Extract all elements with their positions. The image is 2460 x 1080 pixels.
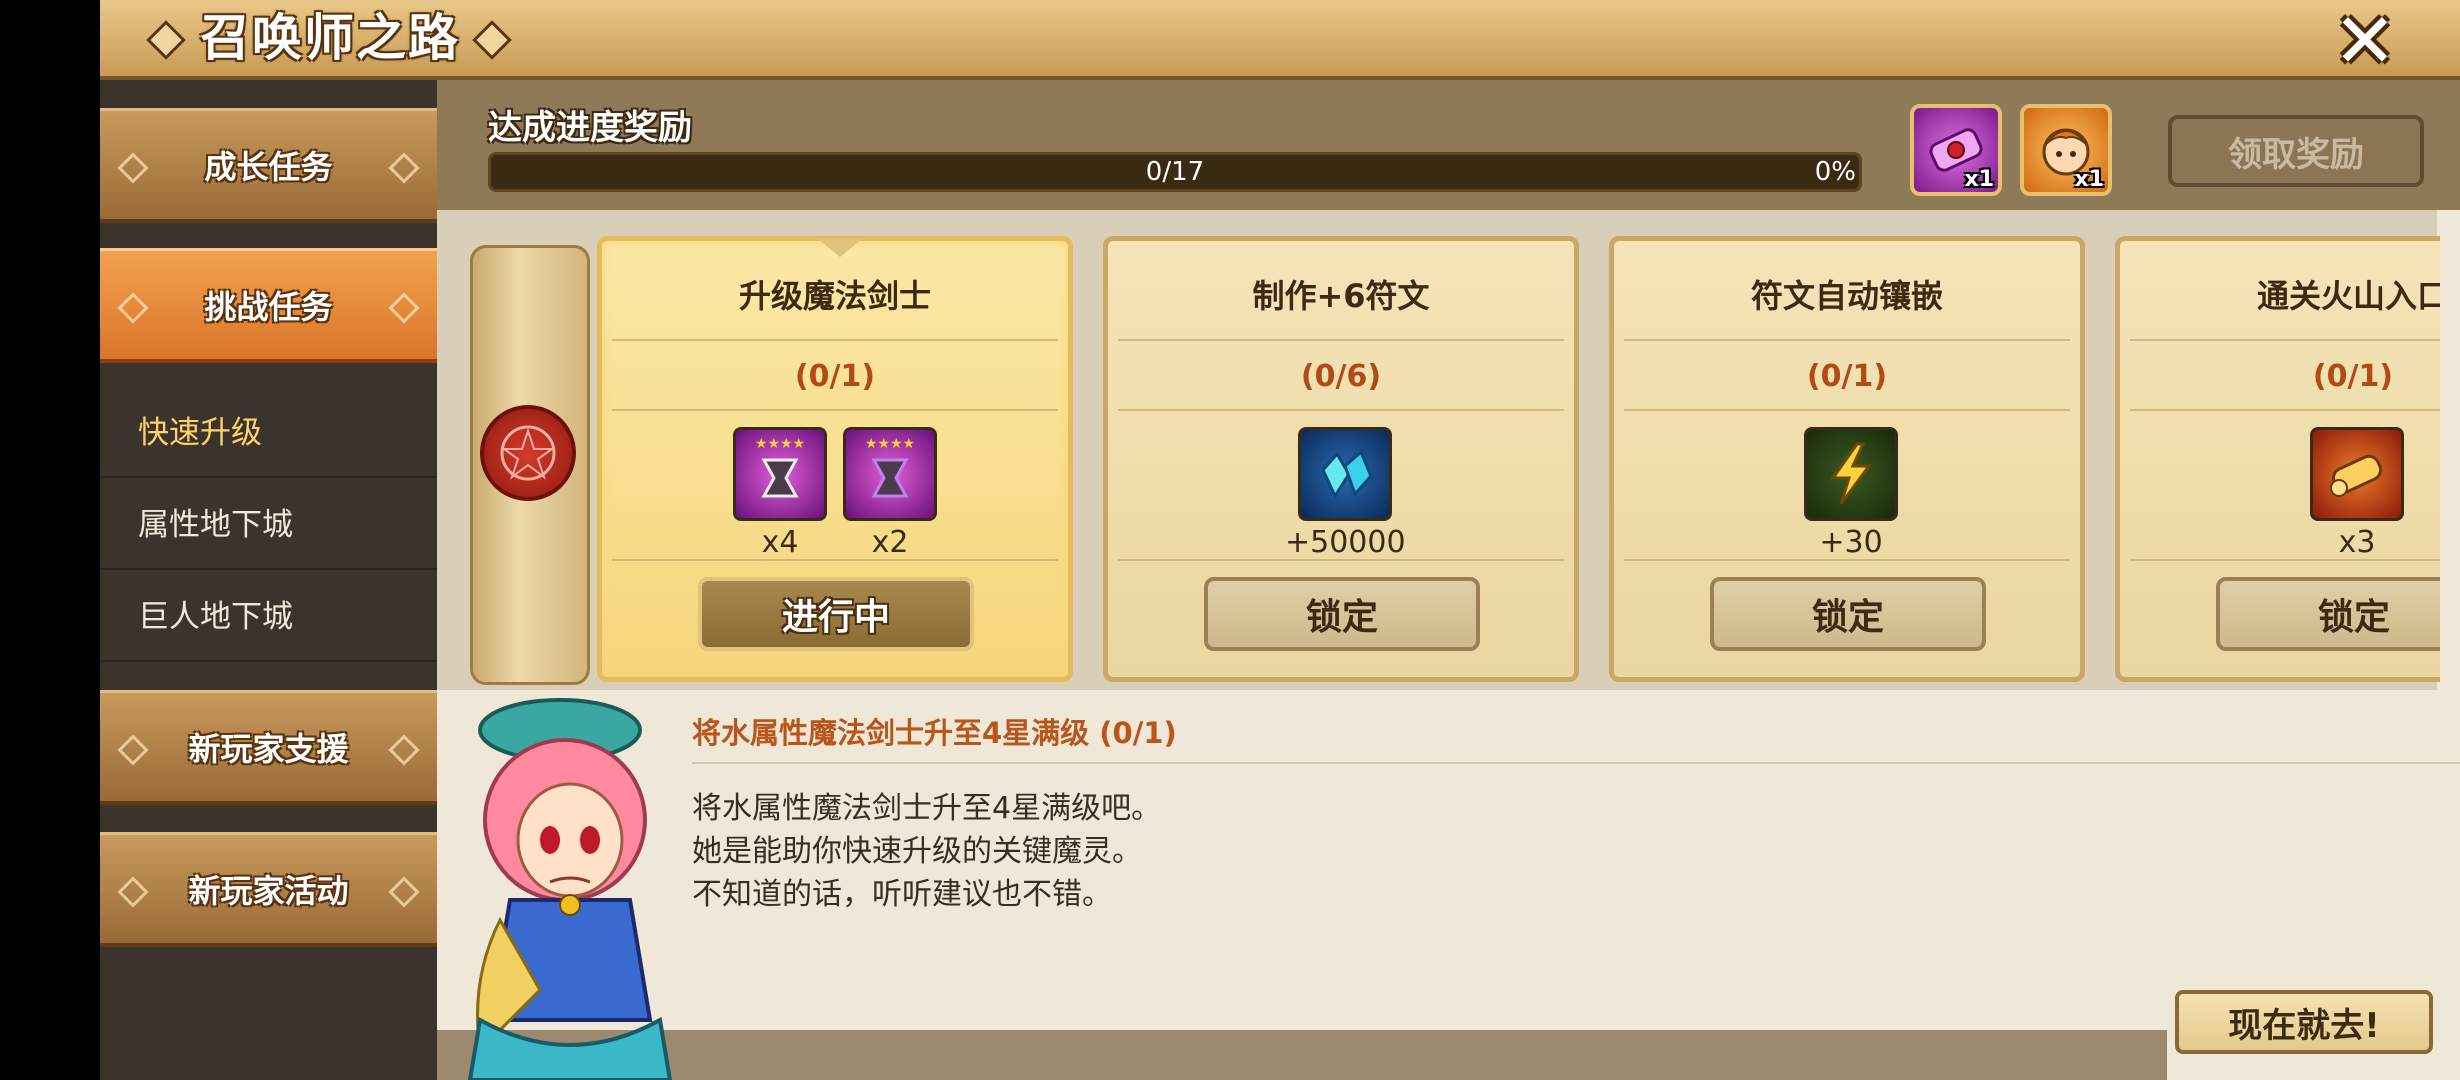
card-progress: (0/6) (1300, 359, 1382, 394)
card-progress: (0/1) (2312, 359, 2394, 394)
sidebar-item-elemental-dungeon[interactable]: 属性地下城 (100, 480, 437, 570)
mission-card[interactable]: 符文自动镶嵌 (0/1) +30 锁定 (1609, 236, 2085, 682)
energy-icon (1804, 427, 1898, 521)
divider (612, 339, 1058, 341)
locked-button[interactable]: 锁定 (1204, 577, 1480, 651)
card-progress: (0/1) (794, 359, 876, 394)
mission-detail-line: 她是能助你快速升级的关键魔灵。 (692, 834, 1142, 869)
divider (612, 559, 1058, 561)
summon-scroll-icon[interactable]: x1 (1910, 104, 2002, 196)
tab-label: 成长任务 (204, 148, 333, 186)
mission-detail-line: 将水属性魔法剑士升至4星满级吧。 (692, 791, 1162, 826)
divider (1624, 559, 2070, 561)
divider (2130, 409, 2440, 411)
item-qty: +30 (1819, 525, 1883, 560)
tab-diamond-icon (388, 292, 420, 324)
star4-devilmon-icon: ★★★★ (733, 427, 827, 521)
reward-qty: x1 (2074, 167, 2105, 192)
divider (1118, 339, 1564, 341)
locked-button[interactable]: 锁定 (2216, 577, 2440, 651)
card-title: 制作+6符文 (1252, 277, 1430, 315)
fire-scroll-icon (2310, 427, 2404, 521)
fire-scroll-glyph-icon (2330, 454, 2383, 497)
mission-detail-title: 将水属性魔法剑士升至4星满级 (0/1) (692, 716, 1177, 750)
tab-diamond-icon (117, 734, 149, 766)
tab-label: 挑战任务 (204, 288, 333, 326)
divider (1118, 559, 1564, 561)
selected-pointer-icon (818, 239, 862, 257)
tab-diamond-icon (117, 876, 149, 908)
card-title: 符文自动镶嵌 (1750, 277, 1943, 315)
tab-diamond-icon (388, 734, 420, 766)
progress-title: 达成进度奖励 (488, 108, 692, 148)
divider (1118, 409, 1564, 411)
progress-percent: 0% (1814, 157, 1856, 187)
close-icon[interactable]: ✕ (2330, 3, 2400, 79)
star4-devilmon-icon: ★★★★ (843, 427, 937, 521)
lightning-glyph-icon (1830, 442, 1872, 505)
locked-button[interactable]: 锁定 (1710, 577, 1986, 651)
card-progress: (0/1) (1806, 359, 1888, 394)
page-title: 召唤师之路 (200, 9, 460, 67)
devilmon-glyph-icon: ★★★★ (755, 436, 805, 498)
reward-qty: x1 (1964, 167, 1995, 192)
divider (692, 762, 2460, 764)
tab-new-player-support[interactable]: 新玩家支援 (100, 690, 437, 805)
mission-card[interactable]: 通关火山入口 (0/1) x3 锁定 (2115, 236, 2440, 682)
mission-card[interactable]: 升级魔法剑士 (0/1) ★★★★ x4 ★★★★ x2 进行中 (597, 236, 1073, 682)
card-title: 通关火山入口 (2256, 277, 2440, 315)
item-qty: x4 (761, 525, 799, 560)
tab-diamond-icon (117, 152, 149, 184)
mission-card[interactable]: 制作+6符文 (0/6) +50000 锁定 (1103, 236, 1579, 682)
item-qty: x3 (2338, 525, 2376, 560)
guide-character-icon (467, 698, 673, 1080)
character-portrait-icon[interactable]: x1 (2020, 104, 2112, 196)
wax-seal-icon (480, 405, 576, 501)
tab-new-player-events[interactable]: 新玩家活动 (100, 832, 437, 947)
go-now-button[interactable]: 现在就去! (2175, 990, 2433, 1054)
svg-text:★★★★: ★★★★ (865, 436, 915, 452)
divider (2130, 339, 2440, 341)
card-clip: 通关火山入口 (0/1) x3 锁定 (2115, 236, 2440, 682)
tab-diamond-icon (388, 876, 420, 908)
in-progress-button[interactable]: 进行中 (698, 577, 974, 651)
svg-text:★★★★: ★★★★ (755, 436, 805, 452)
crystal-icon (1298, 427, 1392, 521)
item-qty: x2 (871, 525, 909, 560)
progress-count: 0/17 (1145, 157, 1205, 187)
mission-detail-line: 不知道的话，听听建议也不错。 (692, 877, 1112, 912)
item-qty: +50000 (1285, 525, 1406, 560)
tab-growth-missions[interactable]: 成长任务 (100, 108, 437, 223)
card-title: 升级魔法剑士 (738, 277, 931, 315)
seal-emblem-icon (500, 425, 556, 481)
sidebar-item-quick-levelup[interactable]: 快速升级 (100, 388, 437, 478)
tab-label: 新玩家支援 (188, 730, 349, 768)
devilmon-glyph-icon: ★★★★ (865, 436, 915, 498)
tab-diamond-icon (388, 152, 420, 184)
tab-diamond-icon (117, 292, 149, 324)
claim-reward-button[interactable]: 领取奖励 (2168, 115, 2424, 187)
tab-challenge-missions[interactable]: 挑战任务 (100, 248, 437, 363)
divider (1624, 339, 2070, 341)
divider (2130, 559, 2440, 561)
crystal-glyph-icon (1321, 449, 1373, 500)
divider (612, 409, 1058, 411)
divider (1624, 409, 2070, 411)
tab-label: 新玩家活动 (188, 872, 349, 910)
sidebar-item-giant-dungeon[interactable]: 巨人地下城 (100, 572, 437, 662)
